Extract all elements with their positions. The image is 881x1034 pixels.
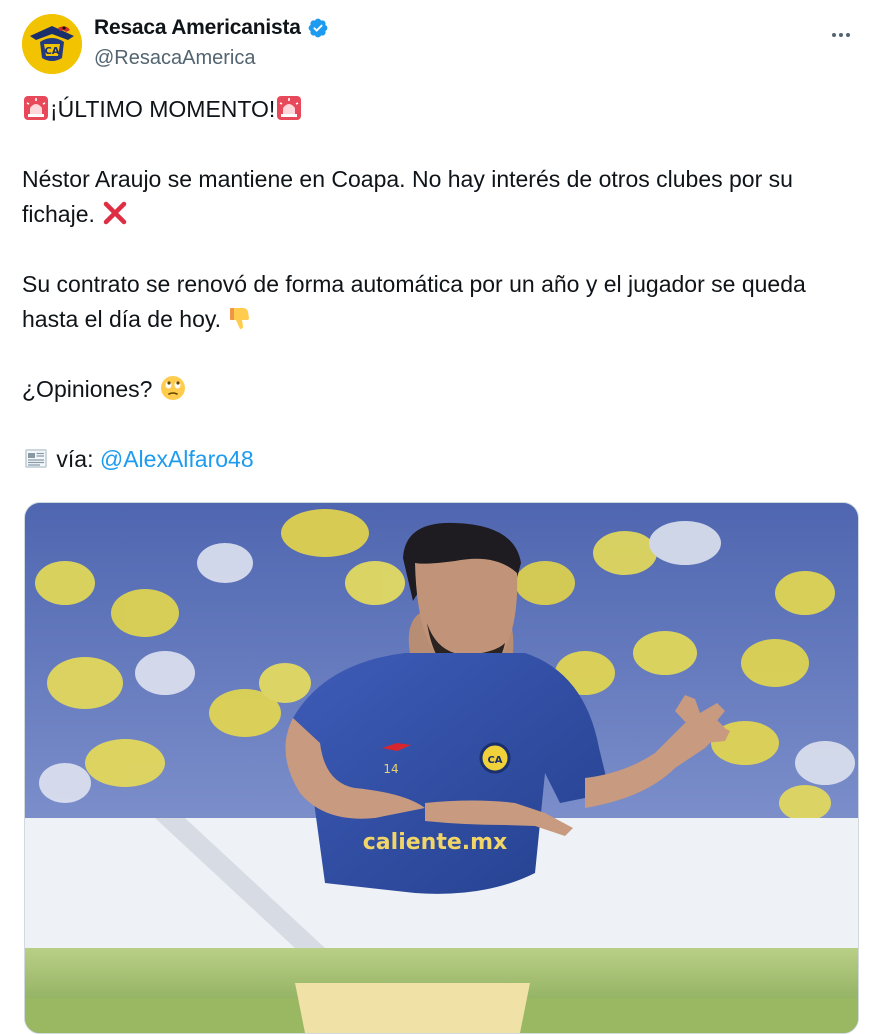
breaking-heading: ¡ÚLTIMO MOMENTO! [50, 96, 276, 122]
tweet-line-4: ¿Opiniones? [22, 376, 153, 402]
more-horizontal-icon [832, 33, 836, 37]
svg-text:CA: CA [44, 46, 59, 57]
red-x-icon [101, 199, 129, 227]
tweet-paragraph-5: vía: @AlexAlfaro48 [22, 442, 862, 477]
tweet-media-photo[interactable]: CA 14 caliente.mx [24, 502, 859, 1034]
tweet-header: CA Resaca Americanista @ResacaAmerica [22, 14, 862, 76]
avatar[interactable]: CA [22, 14, 82, 74]
via-label: vía: [56, 446, 94, 472]
siren-icon [22, 94, 50, 122]
tweet-text: ¡ÚLTIMO MOMENTO! Néstor Araujo se mantie… [22, 92, 862, 512]
tweet-line-3: Su contrato se renovó de forma automátic… [22, 271, 806, 332]
display-name[interactable]: Resaca Americanista [94, 16, 301, 40]
handle[interactable]: @ResacaAmerica [94, 47, 255, 70]
verified-badge-icon [307, 17, 329, 39]
siren-icon [275, 94, 303, 122]
player-photo: CA 14 caliente.mx [25, 503, 858, 1033]
svg-text:CA: CA [487, 755, 502, 766]
more-options-button[interactable] [826, 20, 856, 50]
newspaper-icon [22, 444, 50, 472]
tweet-paragraph-3: Su contrato se renovó de forma automátic… [22, 267, 862, 337]
thumbs-down-icon [227, 304, 255, 332]
tweet-paragraph-2: Néstor Araujo se mantiene en Coapa. No h… [22, 162, 862, 232]
jersey-number: 14 [383, 762, 398, 776]
eye-roll-face-icon [159, 374, 187, 402]
jersey-sponsor: caliente.mx [363, 830, 507, 855]
mention-link[interactable]: @AlexAlfaro48 [100, 446, 254, 472]
eagle-logo-icon: CA [22, 14, 82, 74]
tweet-paragraph-4: ¿Opiniones? [22, 372, 862, 407]
tweet-line-2: Néstor Araujo se mantiene en Coapa. No h… [22, 166, 793, 227]
tweet-paragraph-1: ¡ÚLTIMO MOMENTO! [22, 92, 862, 127]
